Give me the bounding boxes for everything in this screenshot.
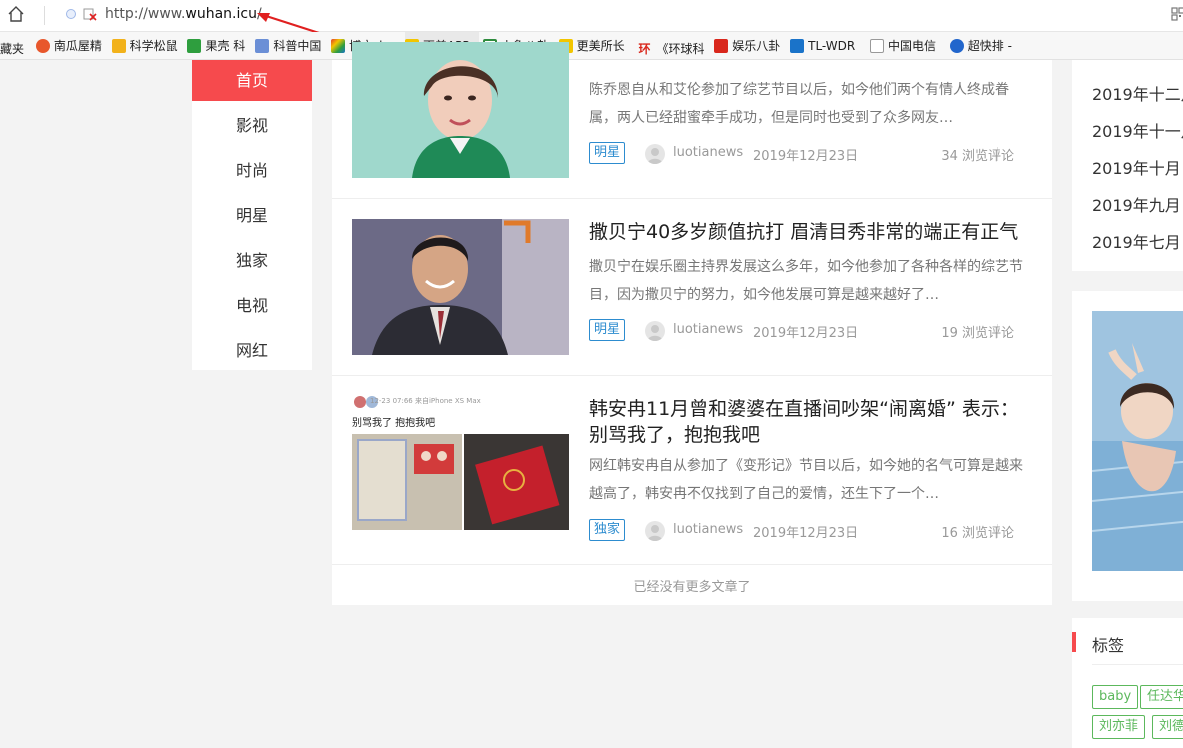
avatar — [645, 321, 665, 341]
article-card: 撒贝宁40多岁颜值抗打 眉清目秀非常的端正有正气 撒贝宁在娱乐圈主持界发展这么多… — [332, 199, 1052, 375]
avatar — [645, 521, 665, 541]
bookmark-label: 科普中国 — [273, 39, 322, 53]
kepu-icon — [255, 38, 270, 53]
nav-item-exclusive[interactable]: 独家 — [192, 240, 312, 281]
bookmark-label: 藏夹 — [0, 41, 25, 56]
bookmark-label: 南瓜屋精 — [53, 39, 102, 53]
nav-item-home[interactable]: 首页 — [192, 60, 312, 101]
archive-link[interactable]: 2019年十月 — [1092, 155, 1181, 179]
page-status-icon — [66, 9, 76, 19]
squirrel-icon — [111, 38, 126, 53]
bowen-icon — [331, 38, 346, 53]
sidebar-ad[interactable] — [1072, 291, 1183, 601]
no-more-articles: 已经没有更多文章了 — [633, 580, 751, 595]
section-accent-bar — [1072, 632, 1076, 652]
article-thumbnail[interactable] — [352, 219, 569, 355]
article-title[interactable]: 韩安冉11月曾和婆婆在直播间吵架“闹离婚” 表示：别骂我了，抱抱我吧 — [589, 396, 1034, 448]
author-name[interactable]: luotianews — [673, 322, 743, 337]
article-excerpt: 撒贝宁在娱乐圈主持界发展这么多年，如今他参加了各种各样的综艺节目，因为撒贝宁的努… — [589, 259, 1023, 303]
tag-link[interactable]: 刘亦菲 — [1092, 715, 1146, 739]
archive-link[interactable]: 2019年九月 — [1092, 192, 1181, 216]
article-title[interactable] — [589, 42, 1034, 62]
ad-image — [1072, 291, 1183, 601]
archive-link[interactable]: 2019年十二月 — [1092, 81, 1183, 105]
toolbar-divider — [44, 6, 45, 25]
archive-link[interactable]: 2019年十一月 — [1092, 118, 1183, 142]
publish-date: 2019年12月23日 — [753, 526, 859, 541]
category-tag[interactable]: 明星 — [589, 142, 626, 164]
article-title[interactable]: 撒贝宁40多岁颜值抗打 眉清目秀非常的端正有正气 — [589, 219, 1034, 245]
bookmark-item[interactable]: 果壳 科 — [187, 32, 251, 59]
tag-link[interactable]: 刘德华 — [1152, 715, 1183, 739]
nav-item-influencers[interactable]: 网红 — [192, 330, 312, 371]
category-tag[interactable]: 独家 — [589, 519, 626, 541]
home-icon[interactable] — [7, 5, 25, 23]
author-name[interactable]: luotianews — [673, 145, 743, 160]
nav-item-tv[interactable]: 电视 — [192, 285, 312, 326]
address-bar: http://www.wuhan.icu/ — [0, 0, 1183, 42]
view-count: 16 浏览 — [941, 526, 988, 541]
article-meta: 明星 luotianews 2019年12月23日 19 浏览 评论 — [589, 319, 1034, 343]
insecure-connection-icon[interactable] — [83, 7, 97, 21]
nav-item-stars[interactable]: 明星 — [192, 195, 312, 236]
bookmark-label: 果壳 科 — [205, 39, 246, 53]
avatar — [645, 144, 665, 164]
bookmark-item[interactable]: 科学松鼠 — [111, 32, 184, 59]
view-count: 34 浏览 — [941, 149, 988, 164]
comments-link[interactable]: 评论 — [988, 322, 1014, 341]
author-name[interactable]: luotianews — [673, 522, 743, 537]
article-list: 陈乔恩自从和艾伦参加了综艺节目以后，如今他们两个有情人终成眷属，两人已经甜蜜牵手… — [332, 42, 1052, 605]
publish-date: 2019年12月23日 — [753, 149, 859, 164]
article-card: 陈乔恩自从和艾伦参加了综艺节目以后，如今他们两个有情人终成眷属，两人已经甜蜜牵手… — [332, 42, 1052, 198]
guokr-icon — [187, 38, 202, 53]
tag-link[interactable]: 任达华 — [1140, 685, 1183, 709]
url-prefix: http://www. — [105, 6, 186, 22]
article-meta: 明星 luotianews 2019年12月23日 34 浏览 评论 — [589, 142, 1034, 166]
tags-title: 标签 — [1092, 636, 1125, 655]
bookmark-item[interactable]: 科普中国 — [255, 32, 327, 59]
tags-widget: 标签 baby 任达华 刘亦菲 刘德华 — [1072, 618, 1183, 748]
article-thumbnail[interactable] — [352, 42, 569, 178]
category-tag[interactable]: 明星 — [589, 319, 626, 341]
archive-link[interactable]: 2019年七月 — [1092, 229, 1181, 253]
bookmark-label: 科学松鼠 — [129, 39, 178, 53]
publish-date: 2019年12月23日 — [753, 326, 859, 341]
article-card: 12-23 07:66 来自iPhone XS Max 别骂我了 抱抱我吧 韩安… — [332, 376, 1052, 564]
url-domain: wuhan.icu — [185, 6, 257, 22]
tags-divider — [1092, 664, 1183, 665]
article-meta: 独家 luotianews 2019年12月23日 16 浏览 评论 — [589, 519, 1034, 543]
article-divider — [332, 564, 1052, 565]
url-input[interactable]: http://www.wuhan.icu/ — [105, 6, 262, 22]
bookmark-item[interactable]: 藏夹 — [0, 35, 32, 60]
article-excerpt: 网红韩安冉自从参加了《变形记》节目以后，如今她的名气可算是越来越高了，韩安冉不仅… — [589, 458, 1023, 502]
tag-link[interactable]: baby — [1092, 685, 1139, 709]
comments-link[interactable]: 评论 — [988, 145, 1014, 164]
qr-code-icon[interactable] — [1171, 7, 1183, 21]
nav-item-fashion[interactable]: 时尚 — [192, 150, 312, 191]
screenshot-caption: 别骂我了 抱抱我吧 — [352, 418, 436, 429]
portrait-image — [352, 42, 569, 178]
bookmark-item[interactable]: 南瓜屋精 — [35, 32, 108, 59]
portrait-image — [352, 219, 569, 355]
article-excerpt: 陈乔恩自从和艾伦参加了综艺节目以后，如今他们两个有情人终成眷属，两人已经甜蜜牵手… — [589, 82, 1009, 126]
screenshot-meta: 12-23 07:66 来自iPhone XS Max — [370, 397, 481, 405]
archive-widget: 2019年十二月 2019年十一月 2019年十月 2019年九月 2019年七… — [1072, 60, 1183, 271]
nav-item-movies[interactable]: 影视 — [192, 105, 312, 146]
category-nav: 首页 影视 时尚 明星 独家 电视 网红 — [192, 60, 312, 370]
pumpkin-icon — [35, 38, 50, 53]
view-count: 19 浏览 — [941, 326, 988, 341]
comments-link[interactable]: 评论 — [988, 522, 1014, 541]
article-thumbnail[interactable]: 12-23 07:66 来自iPhone XS Max 别骂我了 抱抱我吧 — [352, 394, 569, 530]
